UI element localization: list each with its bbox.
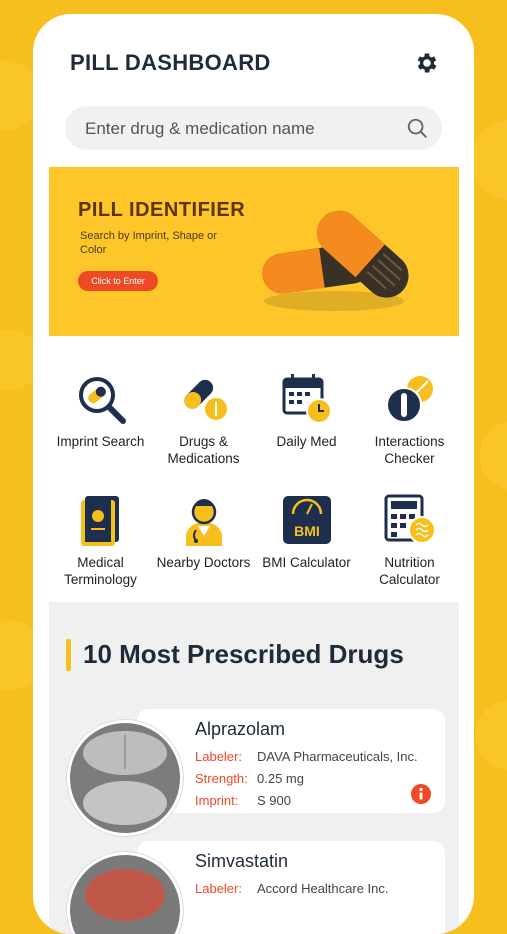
doctor-icon <box>185 499 222 546</box>
tile-interactions-checker[interactable]: Interactions Checker <box>358 371 461 467</box>
pill-tablet-image <box>83 731 167 825</box>
tile-medical-terminology[interactable]: Medical Terminology <box>49 492 152 588</box>
labeler-value: DAVA Pharmaceuticals, Inc. <box>257 749 418 764</box>
interactions-icon <box>385 376 433 423</box>
tile-label: Daily Med <box>276 434 337 449</box>
labeler-label: Labeler: <box>195 881 242 896</box>
strength-value: 0.25 mg <box>257 771 304 786</box>
capsule-illustration <box>262 210 409 311</box>
search-input[interactable] <box>83 106 387 152</box>
imprint-value: S 900 <box>257 793 291 808</box>
strength-label: Strength: <box>195 771 248 786</box>
tile-daily-med[interactable]: Daily Med <box>255 371 358 450</box>
drug-imprint-row: Imprint: S 900 <box>195 793 291 808</box>
banner-title: PILL IDENTIFIER <box>78 199 246 221</box>
drug-strength-row: Strength: 0.25 mg <box>195 771 304 786</box>
tile-label: Nearby Doctors <box>156 555 251 570</box>
pill-photo-alprazolam <box>67 720 183 836</box>
imprint-label: Imprint: <box>195 793 239 808</box>
drug-labeler-row: Labeler: Accord Healthcare Inc. <box>195 881 389 896</box>
section-title: 10 Most Prescribed Drugs <box>83 639 404 669</box>
app-header: PILL DASHBOARD <box>70 50 440 80</box>
drug-name: Simvastatin <box>195 851 289 871</box>
magnifier-pill-icon <box>78 377 126 424</box>
search-bar <box>65 106 442 152</box>
info-icon[interactable] <box>411 784 431 804</box>
tile-label: Imprint Search <box>56 434 145 449</box>
nutrition-calculator-icon <box>384 494 436 544</box>
tile-nearby-doctors[interactable]: Nearby Doctors <box>152 492 255 571</box>
section-accent-bar <box>66 639 71 671</box>
pills-icon <box>183 379 229 422</box>
calendar-clock-icon <box>282 374 332 424</box>
tile-label: Nutrition Calculator <box>379 555 440 587</box>
most-prescribed-section: 10 Most Prescribed Drugs Alprazolam Labe… <box>49 602 459 934</box>
pill-tablet-image <box>85 869 165 921</box>
click-to-enter-button[interactable]: Click to Enter <box>78 271 158 291</box>
drug-card-alprazolam[interactable]: Alprazolam Labeler: DAVA Pharmaceuticals,… <box>137 709 445 813</box>
bmi-scale-icon: BMI <box>282 496 331 544</box>
labeler-value: Accord Healthcare Inc. <box>257 881 389 896</box>
phone-screen: PILL DASHBOARD PILL IDENTIFIER Search by… <box>33 14 474 934</box>
tile-label: Medical Terminology <box>64 555 137 587</box>
tile-imprint-search[interactable]: Imprint Search <box>49 371 152 450</box>
labeler-label: Labeler: <box>195 749 242 764</box>
tile-nutrition-calculator[interactable]: Nutrition Calculator <box>358 492 461 588</box>
gear-icon[interactable] <box>414 50 440 76</box>
tile-drugs-medications[interactable]: Drugs & Medications <box>152 371 255 467</box>
tile-label: Drugs & Medications <box>167 434 240 466</box>
drug-card-simvastatin[interactable]: Simvastatin Labeler: Accord Healthcare In… <box>137 841 445 934</box>
book-icon <box>80 496 119 546</box>
banner-subtitle: Search by Imprint, Shape or Color <box>80 230 217 256</box>
tile-bmi-calculator[interactable]: BMI BMI Calculator <box>255 492 358 571</box>
page-title: PILL DASHBOARD <box>70 50 271 75</box>
svg-text:BMI: BMI <box>294 523 320 539</box>
tile-label: BMI Calculator <box>262 555 351 570</box>
pill-identifier-banner[interactable]: PILL IDENTIFIER Search by Imprint, Shape… <box>49 167 459 336</box>
tile-label: Interactions Checker <box>374 434 445 466</box>
search-icon[interactable] <box>406 117 428 139</box>
drug-labeler-row: Labeler: DAVA Pharmaceuticals, Inc. <box>195 749 418 764</box>
drug-name: Alprazolam <box>195 719 286 739</box>
